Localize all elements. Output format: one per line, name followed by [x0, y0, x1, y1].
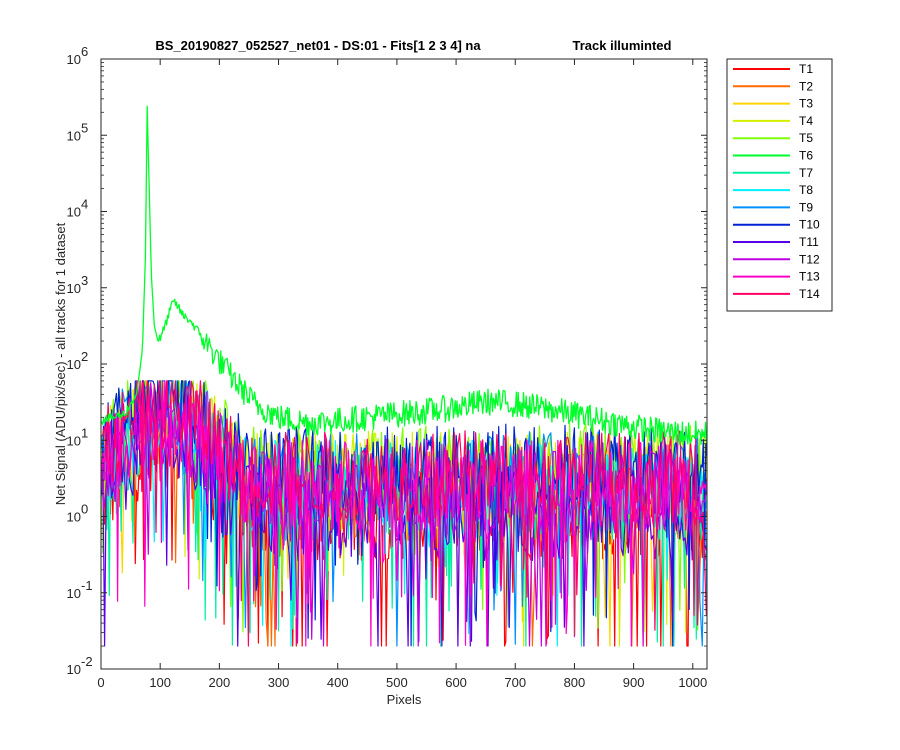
y-tick-exponent: 3: [81, 273, 88, 288]
y-tick-label: 10: [67, 281, 81, 296]
y-tick-label: 10: [67, 357, 81, 372]
x-tick-label: 200: [209, 675, 231, 690]
legend-label-t8: T8: [799, 183, 813, 197]
y-tick-exponent: 5: [81, 120, 88, 135]
x-tick-label: 700: [504, 675, 526, 690]
x-tick-label: 600: [445, 675, 467, 690]
legend-label-t9: T9: [799, 200, 813, 214]
legend-label-t13: T13: [799, 270, 820, 284]
y-tick-label: 10: [67, 433, 81, 448]
y-tick-label: 10: [67, 205, 81, 220]
legend-label-t10: T10: [799, 218, 820, 232]
y-tick-label: 10: [67, 128, 81, 143]
y-tick-exponent: 6: [81, 44, 88, 59]
y-tick-label: 10: [67, 662, 81, 677]
x-tick-label: 0: [97, 675, 104, 690]
legend-label-t3: T3: [799, 97, 813, 111]
y-tick-exponent: 0: [81, 502, 88, 517]
y-tick-exponent: -1: [81, 578, 93, 593]
y-tick-label: 10: [67, 510, 81, 525]
x-tick-label: 800: [564, 675, 586, 690]
legend-label-t2: T2: [799, 79, 813, 93]
x-tick-label: 500: [386, 675, 408, 690]
y-tick-exponent: 4: [81, 197, 88, 212]
legend-label-t14: T14: [799, 287, 820, 301]
legend-label-t12: T12: [799, 252, 820, 266]
legend-label-t7: T7: [799, 166, 813, 180]
chart-title-right: Track illuminted: [573, 38, 672, 53]
legend-label-t6: T6: [799, 149, 813, 163]
x-tick-label: 1000: [678, 675, 707, 690]
y-tick-label: 10: [67, 586, 81, 601]
y-tick-exponent: 1: [81, 425, 88, 440]
x-tick-label: 300: [268, 675, 290, 690]
legend-label-t11: T11: [799, 235, 819, 249]
legend-label-t4: T4: [799, 114, 813, 128]
y-tick-exponent: 2: [81, 349, 88, 364]
y-tick-label: 10: [67, 52, 81, 67]
x-tick-label: 400: [327, 675, 349, 690]
x-tick-label: 100: [149, 675, 171, 690]
chart-title: BS_20190827_052527_net01 - DS:01 - Fits[…: [155, 38, 481, 53]
legend-label-t5: T5: [799, 131, 813, 145]
legend-label-t1: T1: [799, 62, 813, 76]
x-tick-label: 900: [623, 675, 645, 690]
y-axis-label: Net Signal (ADU/pix/sec) - all tracks fo…: [53, 222, 68, 505]
y-tick-exponent: -2: [81, 654, 93, 669]
chart: BS_20190827_052527_net01 - DS:01 - Fits[…: [53, 38, 833, 707]
x-axis-label: Pixels: [387, 692, 422, 707]
